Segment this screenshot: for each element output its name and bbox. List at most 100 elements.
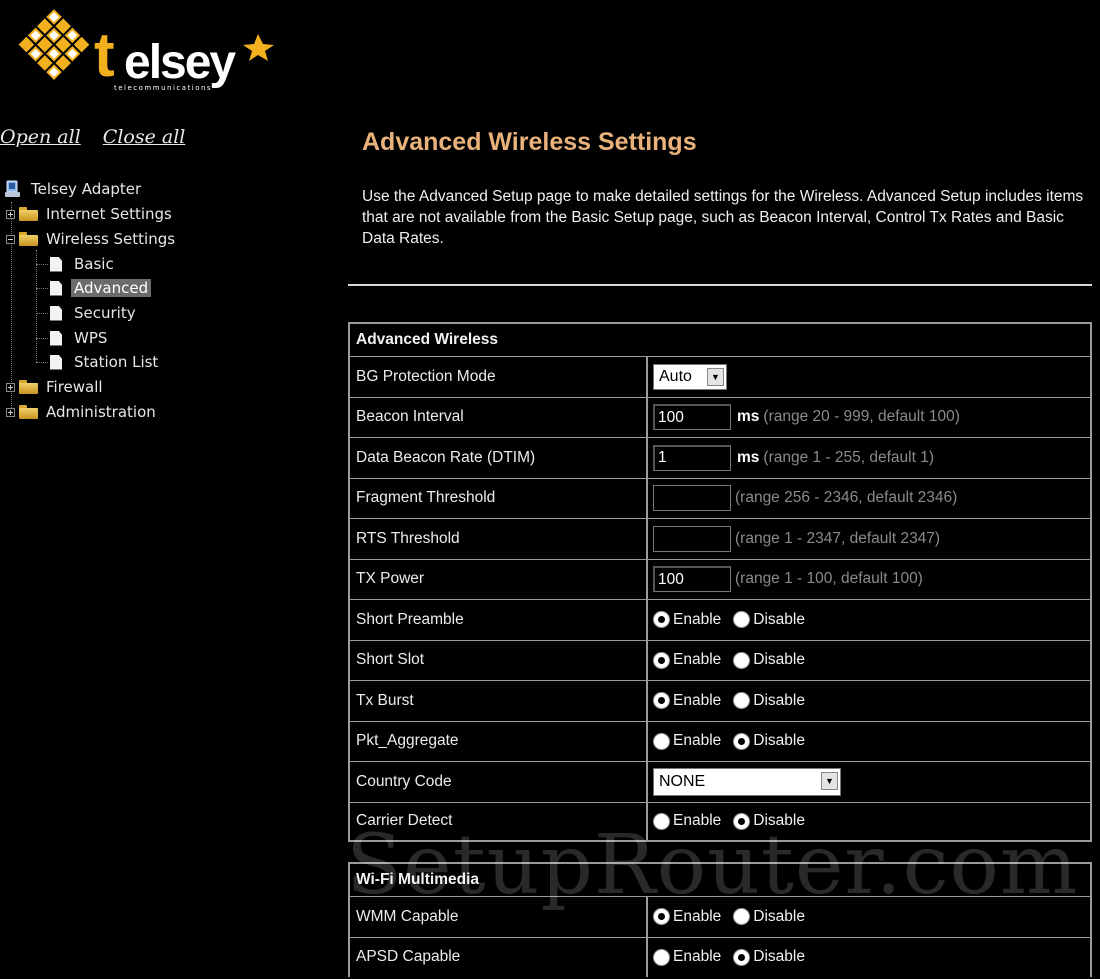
radio-label: Enable [673, 732, 722, 750]
row-dtim: Data Beacon Rate (DTIM) 1 ms (range 1 - … [348, 437, 1092, 478]
field-label: Fragment Threshold [350, 478, 648, 518]
select-value: NONE [659, 772, 706, 790]
fragment-threshold-input[interactable] [653, 485, 731, 512]
wmm-capable-disable-radio[interactable]: Disable [733, 908, 805, 926]
tree-item-wps[interactable]: WPS [50, 327, 110, 349]
tree-item-label-selected: Advanced [71, 279, 152, 297]
radio-label: Disable [753, 651, 805, 669]
select-value: Auto [659, 367, 692, 385]
bg-protection-select[interactable]: Auto ▼ [653, 363, 727, 390]
tree-item-label: Security [74, 304, 136, 322]
pkt-aggregate-enable-radio[interactable]: Enable [653, 732, 721, 750]
tree-item-security[interactable]: Security [50, 302, 139, 324]
radio-icon[interactable] [733, 692, 751, 710]
chevron-down-icon[interactable]: ▼ [707, 367, 724, 386]
tree-item-wireless-settings[interactable]: Wireless Settings [6, 228, 178, 250]
tree-item-label: Station List [74, 353, 159, 371]
short-preamble-enable-radio[interactable]: Enable [653, 611, 721, 629]
svg-text:t: t [94, 21, 114, 90]
radio-icon[interactable] [733, 611, 751, 629]
tree-root-telsey-adapter[interactable]: Telsey Adapter [4, 178, 144, 200]
range-hint: (range 1 - 255, default 1) [763, 448, 935, 466]
row-short-slot: Short Slot Enable Disable [348, 639, 1092, 680]
tx-burst-disable-radio[interactable]: Disable [733, 692, 805, 710]
svg-text:telecommunications: telecommunications [114, 84, 212, 92]
page-icon [50, 354, 62, 370]
tree-item-basic[interactable]: Basic [50, 253, 117, 275]
radio-label: Enable [673, 907, 722, 925]
radio-icon[interactable] [653, 948, 670, 966]
short-slot-disable-radio[interactable]: Disable [733, 651, 805, 669]
expand-icon[interactable] [6, 382, 15, 392]
close-all-link[interactable]: Close all [103, 126, 186, 148]
short-preamble-disable-radio[interactable]: Disable [733, 611, 805, 629]
short-slot-enable-radio[interactable]: Enable [653, 651, 721, 669]
radio-selected-icon[interactable] [733, 812, 751, 830]
rts-threshold-input[interactable] [653, 525, 731, 552]
unit-label: ms [737, 448, 760, 466]
page-icon [50, 330, 62, 346]
field-label: TX Power [350, 559, 648, 599]
tree-item-firewall[interactable]: Firewall [6, 376, 106, 398]
radio-selected-icon[interactable] [653, 651, 670, 669]
tree-item-administration[interactable]: Administration [6, 401, 159, 423]
radio-label: Enable [673, 651, 722, 669]
row-wmm-capable: WMM Capable Enable Disable [348, 896, 1092, 937]
row-tx-burst: Tx Burst Enable Disable [348, 680, 1092, 721]
tree-item-advanced[interactable]: Advanced [50, 277, 152, 299]
field-label: APSD Capable [350, 937, 648, 977]
radio-selected-icon[interactable] [733, 732, 751, 750]
chevron-down-icon[interactable]: ▼ [821, 771, 838, 790]
tree-item-station-list[interactable]: Station List [50, 351, 161, 373]
radio-selected-icon[interactable] [653, 908, 670, 926]
radio-selected-icon[interactable] [653, 692, 670, 710]
tree-item-label: WPS [74, 329, 108, 347]
field-label: Country Code [350, 762, 648, 802]
radio-label: Disable [753, 948, 805, 966]
pkt-aggregate-disable-radio[interactable]: Disable [733, 732, 805, 750]
open-all-link[interactable]: Open all [0, 126, 81, 148]
wmm-capable-enable-radio[interactable]: Enable [653, 908, 721, 926]
open-folder-icon [19, 232, 38, 246]
page-icon [50, 256, 62, 272]
tx-power-input[interactable]: 100 [653, 566, 731, 593]
page-icon [50, 305, 62, 321]
country-code-select[interactable]: NONE ▼ [653, 767, 841, 796]
radio-icon[interactable] [733, 651, 751, 669]
apsd-capable-enable-radio[interactable]: Enable [653, 948, 721, 966]
expand-icon[interactable] [6, 209, 15, 219]
radio-icon[interactable] [653, 812, 670, 830]
range-hint: (range 1 - 100, default 100) [735, 570, 923, 588]
radio-selected-icon[interactable] [733, 948, 751, 966]
page-description: Use the Advanced Setup page to make deta… [362, 188, 1084, 247]
range-hint: (range 256 - 2346, default 2346) [735, 489, 958, 507]
radio-selected-icon[interactable] [653, 611, 670, 629]
radio-label: Disable [753, 610, 805, 628]
dtim-input[interactable]: 1 [653, 444, 731, 471]
radio-icon[interactable] [653, 732, 670, 750]
section-header-label: Wi-Fi Multimedia [356, 871, 479, 888]
range-hint: (range 1 - 2347, default 2347) [735, 529, 941, 547]
beacon-interval-input[interactable]: 100 [653, 404, 731, 431]
field-label: Beacon Interval [350, 397, 648, 437]
collapse-icon[interactable] [6, 234, 15, 244]
row-apsd-capable: APSD Capable Enable Disable [348, 936, 1092, 977]
carrier-detect-disable-radio[interactable]: Disable [733, 812, 805, 830]
svg-text:elsey: elsey [124, 36, 236, 89]
row-country-code: Country Code NONE ▼ [348, 761, 1092, 802]
section-header-wifi-multimedia: Wi-Fi Multimedia [348, 862, 1092, 896]
tree-item-internet-settings[interactable]: Internet Settings [6, 203, 175, 225]
tx-burst-enable-radio[interactable]: Enable [653, 692, 721, 710]
carrier-detect-enable-radio[interactable]: Enable [653, 812, 721, 830]
unit-label: ms [737, 408, 760, 426]
tree-item-label: Internet Settings [46, 205, 172, 223]
radio-icon[interactable] [733, 908, 751, 926]
advanced-wireless-table: Advanced Wireless BG Protection Mode Aut… [348, 322, 1092, 977]
row-tx-power: TX Power 100 (range 1 - 100, default 100… [348, 558, 1092, 599]
apsd-capable-disable-radio[interactable]: Disable [733, 948, 805, 966]
radio-label: Enable [673, 948, 722, 966]
expand-icon[interactable] [6, 407, 15, 417]
row-beacon-interval: Beacon Interval 100 ms (range 20 - 999, … [348, 396, 1092, 437]
tree-controls: Open all Close all [0, 126, 201, 148]
